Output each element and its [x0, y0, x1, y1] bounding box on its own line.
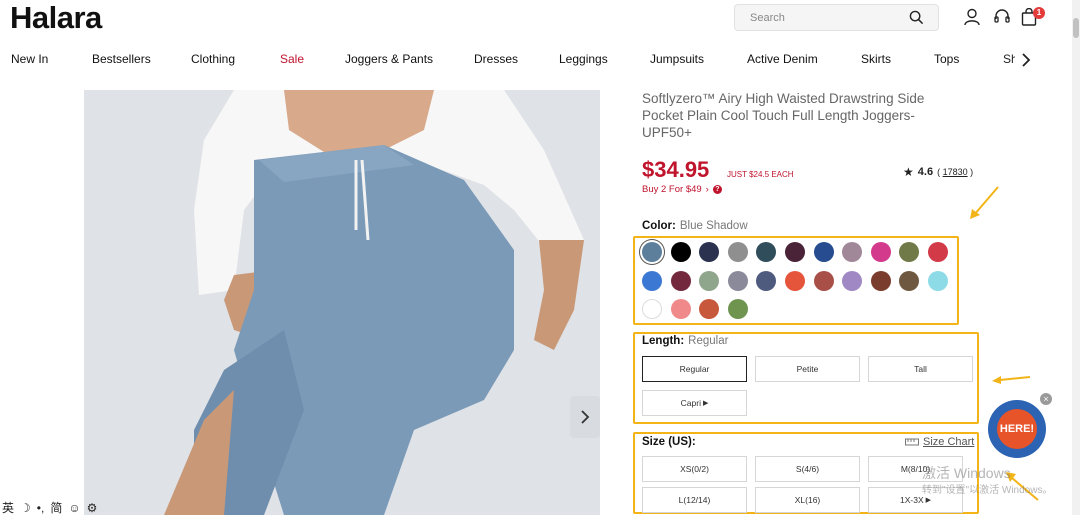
- search-box[interactable]: [734, 4, 939, 31]
- color-swatch[interactable]: [871, 242, 891, 262]
- page-scrollbar[interactable]: [1072, 0, 1080, 515]
- image-next-button[interactable]: [570, 396, 600, 438]
- length-option-tall[interactable]: Tall: [868, 356, 973, 382]
- color-swatch[interactable]: [928, 270, 948, 291]
- nav-joggers-pants[interactable]: Joggers & Pants: [345, 52, 433, 66]
- nav-dresses[interactable]: Dresses: [474, 52, 518, 66]
- size-option-xs[interactable]: XS(0/2): [642, 456, 747, 482]
- review-count-value: 17830: [942, 167, 968, 177]
- nav-sale[interactable]: Sale: [280, 52, 304, 66]
- color-swatch[interactable]: [699, 242, 719, 262]
- size-option-1x-3x-label: 1X-3X: [899, 495, 924, 505]
- gift-promo-badge[interactable]: HERE!: [988, 400, 1046, 458]
- support-headset-icon[interactable]: [993, 8, 1011, 26]
- account-icon[interactable]: [963, 8, 981, 26]
- cart-count-badge: 1: [1033, 7, 1045, 19]
- help-icon[interactable]: ?: [712, 185, 722, 194]
- color-label-text: Color:: [642, 220, 676, 232]
- color-swatch[interactable]: [728, 270, 748, 291]
- chevron-right-icon: [581, 410, 590, 424]
- color-swatch[interactable]: [642, 242, 662, 262]
- size-option-s[interactable]: S(4/6): [755, 456, 860, 482]
- close-icon[interactable]: ×: [1040, 393, 1052, 405]
- color-swatch[interactable]: [642, 270, 662, 291]
- length-option-petite[interactable]: Petite: [755, 356, 860, 382]
- review-count[interactable]: ( 17830 ): [937, 167, 973, 177]
- color-swatch[interactable]: [842, 270, 862, 291]
- ime-simplified-toggle[interactable]: 简: [50, 499, 62, 515]
- color-swatch[interactable]: [728, 242, 748, 262]
- rating[interactable]: ★ 4.6 ( 17830 ): [903, 165, 973, 179]
- color-swatch[interactable]: [785, 242, 805, 262]
- ime-toolbar: 英 ☽ •, 简 ☺ ⚙: [0, 500, 97, 515]
- color-swatch[interactable]: [928, 242, 948, 262]
- settings-gear-icon[interactable]: ⚙: [87, 501, 98, 515]
- color-swatch[interactable]: [728, 299, 748, 319]
- size-option-l[interactable]: L(12/14): [642, 487, 747, 513]
- bundle-promo-link[interactable]: Buy 2 For $49 › ?: [642, 184, 722, 195]
- play-triangle-icon: ▶: [925, 497, 931, 504]
- nav-jumpsuits[interactable]: Jumpsuits: [650, 52, 704, 66]
- nav-active-denim[interactable]: Active Denim: [747, 52, 818, 66]
- selected-color: Blue Shadow: [679, 220, 748, 232]
- price-each-note: JUST $24.5 EACH: [727, 170, 794, 179]
- size-option-xl[interactable]: XL(16): [755, 487, 860, 513]
- nav-skirts[interactable]: Skirts: [861, 52, 891, 66]
- moon-icon[interactable]: ☽: [20, 501, 31, 515]
- color-swatch[interactable]: [671, 270, 691, 291]
- nav-tops[interactable]: Tops: [934, 52, 959, 66]
- length-option-regular[interactable]: Regular: [642, 356, 747, 382]
- color-swatch[interactable]: [899, 242, 919, 262]
- punctuation-icon[interactable]: •,: [37, 501, 45, 515]
- windows-activation-watermark: 激活 Windows: [922, 465, 1011, 481]
- product-price: $34.95: [642, 157, 710, 182]
- color-swatch[interactable]: [699, 270, 719, 291]
- gift-promo-badge-text: HERE!: [997, 409, 1037, 449]
- color-swatch[interactable]: [671, 299, 691, 319]
- annotation-arrow-icon: [970, 186, 999, 219]
- scrollbar-thumb[interactable]: [1073, 18, 1079, 38]
- nav-new-in[interactable]: New In: [11, 52, 48, 66]
- color-swatch[interactable]: [871, 270, 891, 291]
- ime-language-toggle[interactable]: 英: [2, 499, 14, 515]
- search-icon[interactable]: [909, 10, 924, 25]
- nav-clipped-item[interactable]: Sh: [1003, 52, 1015, 70]
- product-image[interactable]: [84, 90, 600, 515]
- star-icon: ★: [903, 165, 914, 179]
- nav-bestsellers[interactable]: Bestsellers: [92, 52, 151, 66]
- color-swatch[interactable]: [814, 270, 834, 291]
- product-title: Softlyzero™ Airy High Waisted Drawstring…: [642, 91, 925, 140]
- emoji-icon[interactable]: ☺: [68, 501, 80, 515]
- annotation-arrow-icon: [992, 376, 1031, 384]
- search-input[interactable]: [735, 11, 905, 24]
- nav-leggings[interactable]: Leggings: [559, 52, 608, 66]
- color-swatch[interactable]: [785, 270, 805, 291]
- product-photo-illustration: [84, 90, 600, 515]
- bundle-promo-text: Buy 2 For $49: [642, 184, 702, 195]
- length-option-capri[interactable]: Capri ▶: [642, 390, 747, 416]
- color-swatch[interactable]: [842, 242, 862, 262]
- color-swatch[interactable]: [642, 299, 662, 319]
- color-swatch[interactable]: [699, 299, 719, 319]
- brand-logo[interactable]: Halara: [10, 0, 102, 36]
- chevron-right-icon: ›: [705, 184, 709, 195]
- category-nav: New In Bestsellers Clothing Sale Joggers…: [0, 52, 1080, 68]
- length-option-capri-label: Capri: [680, 398, 701, 408]
- chevron-right-icon[interactable]: [1020, 52, 1032, 68]
- color-label: Color: Blue Shadow: [642, 220, 748, 232]
- play-triangle-icon: ▶: [702, 400, 709, 407]
- color-swatch[interactable]: [899, 270, 919, 291]
- color-swatch[interactable]: [814, 242, 834, 262]
- rating-value: 4.6: [917, 166, 934, 178]
- windows-activation-hint: 转到"设置"以激活 Windows。: [922, 485, 1053, 496]
- nav-clothing[interactable]: Clothing: [191, 52, 235, 66]
- color-swatch[interactable]: [756, 270, 776, 291]
- color-swatch[interactable]: [671, 242, 691, 262]
- color-swatch[interactable]: [756, 242, 776, 262]
